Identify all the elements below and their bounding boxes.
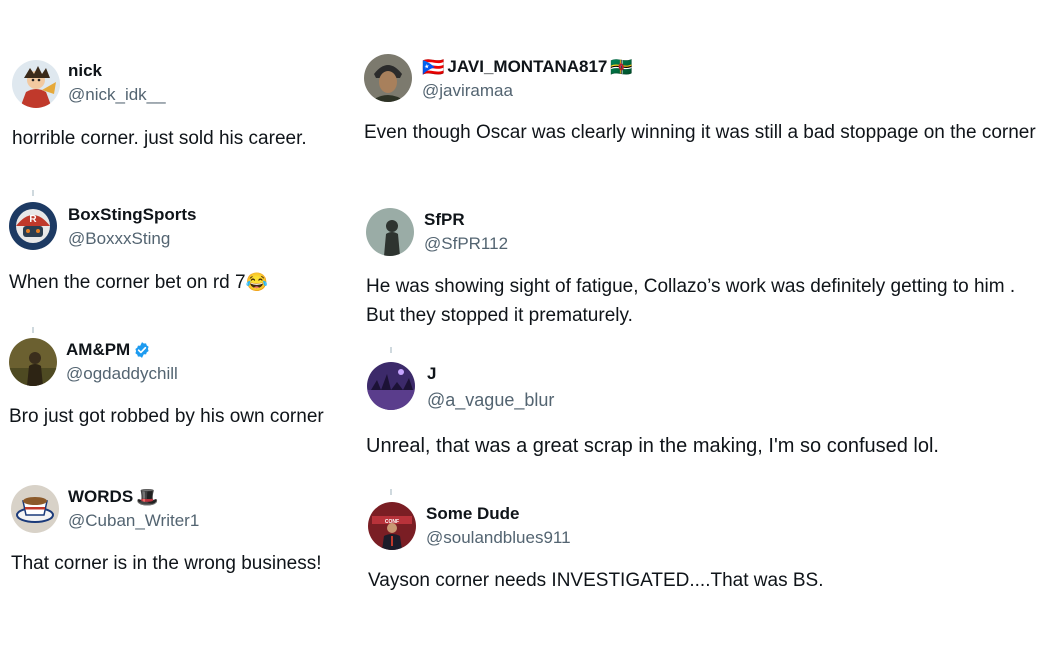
- display-name[interactable]: SfPR: [424, 210, 465, 230]
- display-name-text[interactable]: Some Dude: [426, 504, 520, 524]
- avatar[interactable]: [12, 60, 60, 108]
- display-name[interactable]: Some Dude: [426, 504, 520, 524]
- press-conference-avatar-icon: CONF: [368, 502, 416, 550]
- user-handle[interactable]: @ogdaddychill: [66, 364, 178, 384]
- user-handle[interactable]: @javiramaa: [422, 81, 513, 101]
- user-handle[interactable]: @Cuban_Writer1: [68, 511, 199, 531]
- avatar[interactable]: R: [9, 202, 57, 250]
- person-photo-avatar-icon: [9, 338, 57, 386]
- display-name-text[interactable]: BoxStingSports: [68, 205, 196, 225]
- tweet-text: He was showing sight of fatigue, Collazo…: [366, 276, 1016, 326]
- tweet-text: Bro just got robbed by his own corner: [9, 406, 324, 427]
- anime-character-avatar-icon: [12, 60, 60, 108]
- purple-city-avatar-icon: [367, 362, 415, 410]
- display-name[interactable]: nick: [68, 61, 102, 81]
- avatar[interactable]: [364, 54, 412, 102]
- tweet-text-content: When the corner bet on rd 7: [9, 272, 246, 293]
- user-handle[interactable]: @soulandblues911: [426, 528, 571, 548]
- svg-text:R: R: [29, 214, 37, 225]
- display-name-text[interactable]: J: [427, 364, 436, 384]
- tweet-text: When the corner bet on rd 7😂: [9, 268, 354, 297]
- avatar[interactable]: [366, 208, 414, 256]
- dominica-flag-icon: 🇩🇲: [610, 57, 633, 77]
- puerto-rico-flag-icon: 🇵🇷: [422, 57, 445, 77]
- top-hat-emoji-icon: 🎩: [136, 487, 159, 507]
- tweet-text: Even though Oscar was clearly winning it…: [364, 122, 1036, 143]
- display-name[interactable]: 🇵🇷 JAVI_MONTANA817 🇩🇲: [422, 57, 633, 77]
- display-name[interactable]: J: [427, 364, 436, 384]
- thread-line: [32, 190, 34, 196]
- display-name-text[interactable]: WORDS: [68, 487, 133, 507]
- display-name[interactable]: BoxStingSports: [68, 205, 196, 225]
- avatar[interactable]: [11, 485, 59, 533]
- display-name-text[interactable]: JAVI_MONTANA817: [447, 57, 607, 77]
- display-name[interactable]: AM&PM: [66, 340, 151, 360]
- helmet-character-avatar-icon: R: [9, 202, 57, 250]
- coffee-cup-avatar-icon: [11, 485, 59, 533]
- thread-line: [390, 489, 392, 495]
- user-handle[interactable]: @BoxxxSting: [68, 229, 170, 249]
- tweet-text: That corner is in the wrong business!: [11, 553, 322, 574]
- user-handle[interactable]: @a_vague_blur: [427, 390, 554, 411]
- user-handle[interactable]: @nick_idk__: [68, 85, 166, 105]
- user-handle[interactable]: @SfPR112: [424, 234, 508, 254]
- display-name-text[interactable]: AM&PM: [66, 340, 130, 360]
- avatar[interactable]: [9, 338, 57, 386]
- avatar[interactable]: [367, 362, 415, 410]
- display-name-text[interactable]: SfPR: [424, 210, 465, 230]
- display-name-text[interactable]: nick: [68, 61, 102, 81]
- person-photo-avatar-icon: [364, 54, 412, 102]
- thread-line: [390, 347, 392, 353]
- silhouette-avatar-icon: [366, 208, 414, 256]
- avatar[interactable]: CONF: [368, 502, 416, 550]
- laughing-emoji-icon: 😂: [245, 272, 269, 292]
- tweet-text: Vayson corner needs INVESTIGATED....That…: [368, 570, 824, 591]
- tweet-text: Unreal, that was a great scrap in the ma…: [366, 435, 939, 457]
- verified-badge-icon: [135, 342, 149, 358]
- display-name[interactable]: WORDS 🎩: [68, 487, 159, 507]
- tweet-text: horrible corner. just sold his career.: [12, 128, 307, 149]
- thread-line: [32, 327, 34, 333]
